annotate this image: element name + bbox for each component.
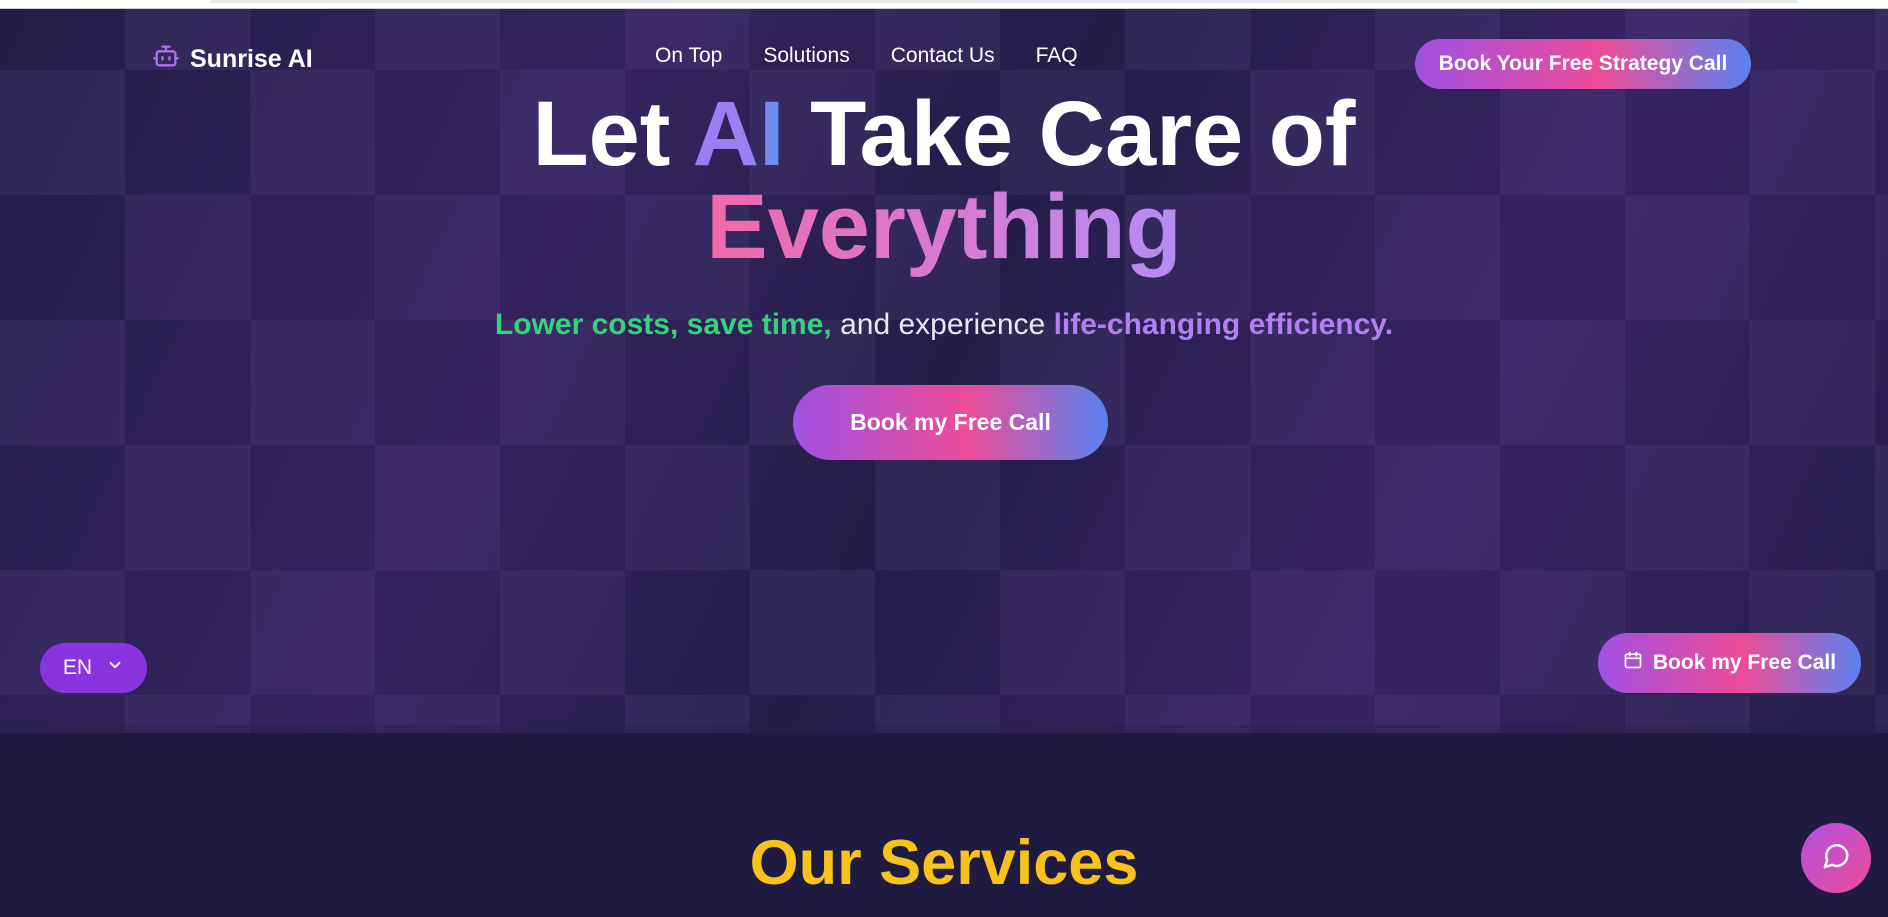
floating-cta-label: Book my Free Call — [1652, 651, 1837, 674]
nav-link-solutions[interactable]: Solutions — [763, 44, 849, 68]
chat-bubble-icon — [1821, 841, 1851, 876]
hero-subtitle: Lower costs, save time, and experience l… — [0, 308, 1888, 342]
hero-headline: Let AI Take Care of Everything — [0, 88, 1888, 274]
book-strategy-call-button[interactable]: Book Your Free Strategy Call — [1415, 39, 1751, 89]
nav-link-contact-us[interactable]: Contact Us — [891, 44, 995, 68]
nav-links: On Top Solutions Contact Us FAQ — [655, 44, 1078, 68]
robot-icon — [152, 42, 180, 77]
browser-top-strip — [0, 0, 1888, 9]
nav-link-on-top[interactable]: On Top — [655, 44, 722, 68]
browser-top-strip-inner — [210, 0, 1798, 3]
language-selected: EN — [62, 656, 93, 679]
nav-link-faq[interactable]: FAQ — [1036, 44, 1078, 68]
floating-book-call-button[interactable]: Book my Free Call — [1598, 633, 1861, 693]
language-selector[interactable]: EN — [40, 643, 147, 693]
chat-button[interactable] — [1801, 823, 1871, 893]
subtitle-purple: life-changing efficiency. — [1053, 308, 1394, 341]
brand-logo[interactable]: Sunrise AI — [152, 42, 313, 77]
headline-part2: Take Care of — [784, 83, 1356, 185]
headline-part1: Let — [532, 83, 693, 185]
services-title: Our Services — [749, 828, 1139, 898]
headline-highlight-ai: AI — [692, 83, 785, 185]
subtitle-green: Lower costs, save time, — [494, 308, 832, 341]
calendar-icon — [1623, 650, 1643, 676]
headline-line2: Everything — [706, 176, 1182, 278]
brand-name: Sunrise AI — [190, 45, 313, 73]
book-free-call-button[interactable]: Book my Free Call — [793, 385, 1108, 460]
subtitle-plain: and experience — [831, 308, 1054, 341]
chevron-down-icon — [106, 656, 124, 680]
